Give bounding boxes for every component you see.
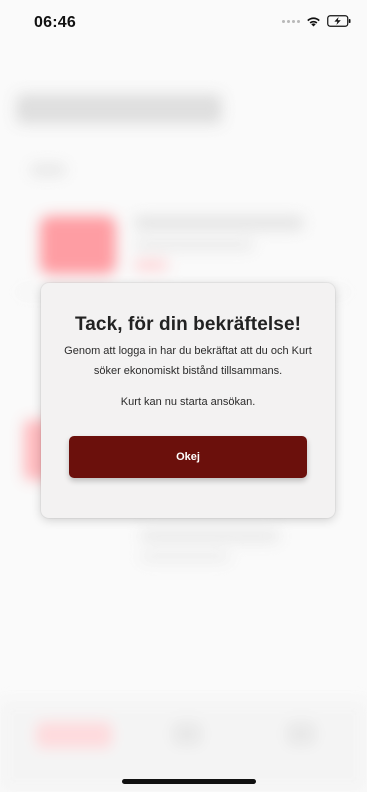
- wifi-icon: [306, 16, 321, 27]
- okej-button[interactable]: Okej: [69, 436, 307, 478]
- phone-screen: 06:46 Tack, för din bekräftelse! Genom a…: [0, 0, 367, 792]
- status-time: 06:46: [34, 14, 76, 31]
- confirmation-dialog: Tack, för din bekräftelse! Genom att log…: [41, 283, 335, 518]
- status-icons: [282, 15, 351, 27]
- battery-charging-icon: [327, 15, 351, 27]
- dialog-body-text: Genom att logga in har du bekräftat att …: [64, 345, 312, 377]
- dialog-note-text: Kurt kan nu starta ansökan.: [120, 396, 256, 408]
- cellular-signal-icon: [282, 19, 300, 23]
- home-indicator[interactable]: [122, 779, 256, 784]
- status-bar: 06:46: [0, 0, 367, 44]
- dialog-title: Tack, för din bekräftelse!: [74, 314, 302, 335]
